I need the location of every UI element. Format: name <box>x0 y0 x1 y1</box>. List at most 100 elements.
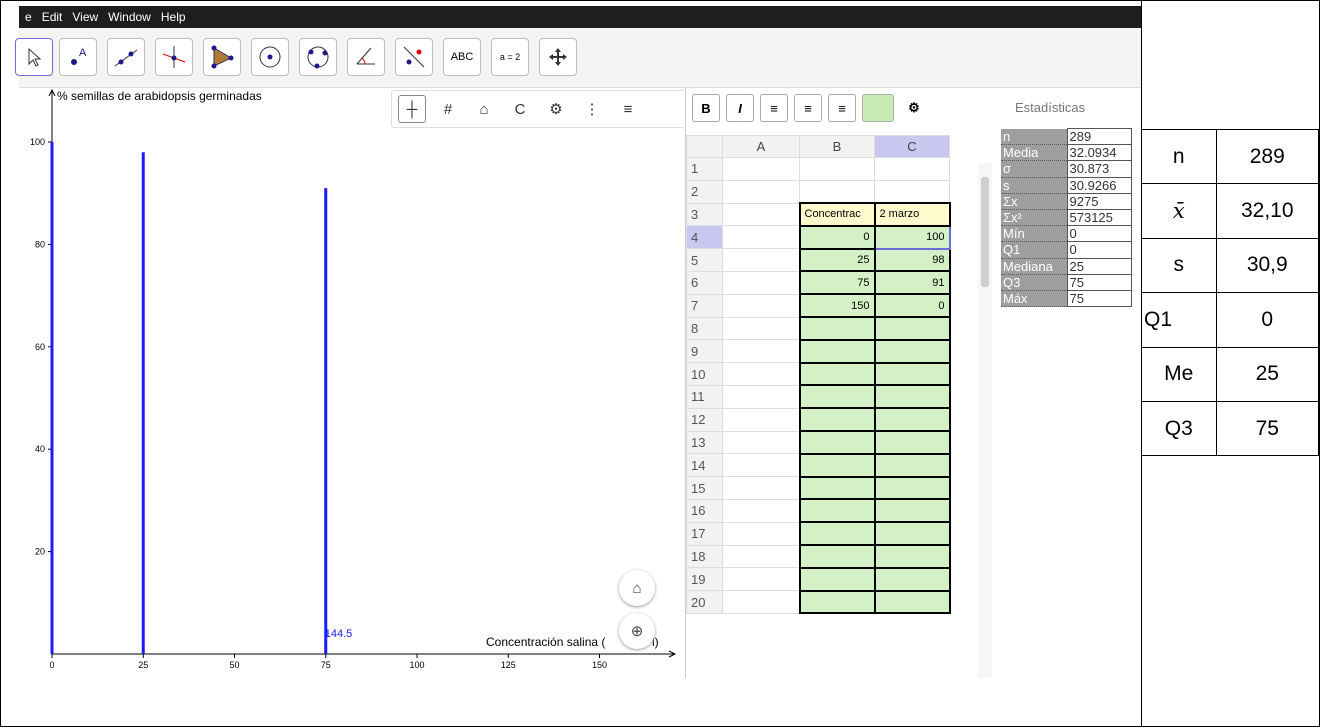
cell-a[interactable] <box>722 339 800 364</box>
polygon-tool-button[interactable] <box>203 38 241 76</box>
row-header[interactable]: 11 <box>686 384 723 409</box>
cell-c[interactable] <box>873 521 951 547</box>
menu-file[interactable]: e <box>25 10 32 24</box>
cell-b[interactable] <box>798 452 876 478</box>
perpendicular-tool-button[interactable] <box>155 38 193 76</box>
table-settings-button[interactable]: ⚙ <box>900 94 928 122</box>
cell-b[interactable] <box>798 589 876 615</box>
toggle-style-bar-icon[interactable]: ≡ <box>614 95 642 123</box>
menu-help[interactable]: Help <box>161 10 186 24</box>
point-capture-icon[interactable]: C <box>506 95 534 123</box>
cell-b[interactable]: 0 <box>798 224 876 250</box>
cell-a[interactable] <box>722 293 800 318</box>
cell-b[interactable] <box>798 544 876 569</box>
cell-b[interactable] <box>799 179 875 204</box>
cell-c[interactable]: 2 marzo <box>873 202 951 227</box>
text-tool-button[interactable]: ABC <box>443 38 481 76</box>
cell-c[interactable] <box>874 157 950 181</box>
cell-c[interactable] <box>873 589 951 615</box>
menu-view[interactable]: View <box>72 10 98 24</box>
circle-three-points-tool-button[interactable] <box>299 38 337 76</box>
row-header[interactable]: 15 <box>686 476 723 500</box>
cell-c[interactable]: 0 <box>873 293 951 319</box>
gear-icon[interactable]: ⚙ <box>542 95 570 123</box>
row-header[interactable]: 4 <box>686 225 723 250</box>
grid-toggle-icon[interactable]: # <box>434 95 462 123</box>
move-tool-button[interactable] <box>15 38 53 76</box>
row-header[interactable]: 2 <box>686 179 723 204</box>
row-header[interactable]: 3 <box>686 202 723 227</box>
circle-tool-button[interactable] <box>251 38 289 76</box>
cell-a[interactable] <box>722 316 800 341</box>
cell-a[interactable] <box>722 202 800 227</box>
angle-tool-button[interactable] <box>347 38 385 76</box>
row-header[interactable]: 12 <box>686 407 723 432</box>
cell-b[interactable] <box>798 361 876 387</box>
row-header[interactable]: 8 <box>686 316 723 341</box>
italic-button[interactable]: I <box>726 94 754 122</box>
cell-b[interactable] <box>798 498 876 524</box>
cell-b[interactable] <box>798 384 876 410</box>
cell-b[interactable] <box>798 566 876 592</box>
row-header[interactable]: 17 <box>686 521 723 546</box>
cell-c[interactable] <box>873 566 951 592</box>
cell-c[interactable] <box>873 338 951 364</box>
cell-b[interactable]: 25 <box>798 247 876 273</box>
cell-c[interactable]: 91 <box>873 270 951 296</box>
cell-a[interactable] <box>722 521 800 546</box>
cell-a[interactable] <box>722 384 800 409</box>
cell-a[interactable] <box>722 476 800 500</box>
cell-c[interactable]: 98 <box>873 247 951 273</box>
bold-button[interactable]: B <box>692 94 720 122</box>
reflect-tool-button[interactable] <box>395 38 433 76</box>
point-tool-button[interactable]: A <box>59 38 97 76</box>
cell-a[interactable] <box>722 225 800 250</box>
menu-window[interactable]: Window <box>108 10 151 24</box>
row-header[interactable]: 1 <box>686 157 723 181</box>
row-header[interactable]: 20 <box>686 590 723 614</box>
cell-b[interactable]: Concentrac <box>798 202 876 227</box>
background-color-button[interactable] <box>862 94 894 122</box>
scroll-thumb[interactable] <box>981 177 989 287</box>
row-header[interactable]: 18 <box>686 544 723 569</box>
col-header-c[interactable]: C <box>874 135 950 158</box>
row-header[interactable]: 19 <box>686 567 723 592</box>
row-header[interactable]: 14 <box>686 453 723 478</box>
row-header[interactable]: 6 <box>686 270 723 295</box>
cell-c[interactable]: 100 <box>873 224 951 250</box>
cell-c[interactable] <box>873 498 951 524</box>
cell-a[interactable] <box>722 544 800 569</box>
align-center-button[interactable]: ≡ <box>794 94 822 122</box>
cell-b[interactable] <box>798 475 876 501</box>
row-header[interactable]: 7 <box>686 293 723 318</box>
cell-b[interactable] <box>799 157 875 181</box>
cell-a[interactable] <box>722 157 800 181</box>
cell-c[interactable] <box>873 430 951 455</box>
menu-edit[interactable]: Edit <box>42 10 63 24</box>
more-options-icon[interactable]: ⋮ <box>578 95 606 123</box>
cell-a[interactable] <box>722 430 800 455</box>
spreadsheet-view[interactable]: B I ≡ ≡ ≡ ⚙ A B C 1 2 3 Concentrac 2 marzo 4 0… <box>685 88 997 678</box>
row-header[interactable]: 5 <box>686 248 723 272</box>
cell-a[interactable] <box>722 498 800 523</box>
cell-a[interactable] <box>722 453 800 478</box>
zoom-in-button[interactable]: ⊕ <box>619 613 655 649</box>
row-header[interactable]: 13 <box>686 430 723 455</box>
cell-a[interactable] <box>722 407 800 432</box>
axes-toggle-icon[interactable]: ┼ <box>398 95 426 123</box>
cell-b[interactable] <box>798 521 876 547</box>
cell-a[interactable] <box>722 567 800 592</box>
cell-c[interactable] <box>874 179 950 204</box>
cell-a[interactable] <box>722 362 800 386</box>
home-button[interactable]: ⌂ <box>619 570 655 606</box>
row-header[interactable]: 9 <box>686 339 723 364</box>
move-view-tool-button[interactable] <box>539 38 577 76</box>
cell-a[interactable] <box>722 248 800 272</box>
cell-b[interactable] <box>798 407 876 433</box>
cell-b[interactable] <box>798 430 876 455</box>
row-header[interactable]: 10 <box>686 362 723 386</box>
align-left-button[interactable]: ≡ <box>760 94 788 122</box>
cell-a[interactable] <box>722 270 800 295</box>
cell-c[interactable] <box>873 452 951 478</box>
col-header-a[interactable]: A <box>722 135 800 158</box>
